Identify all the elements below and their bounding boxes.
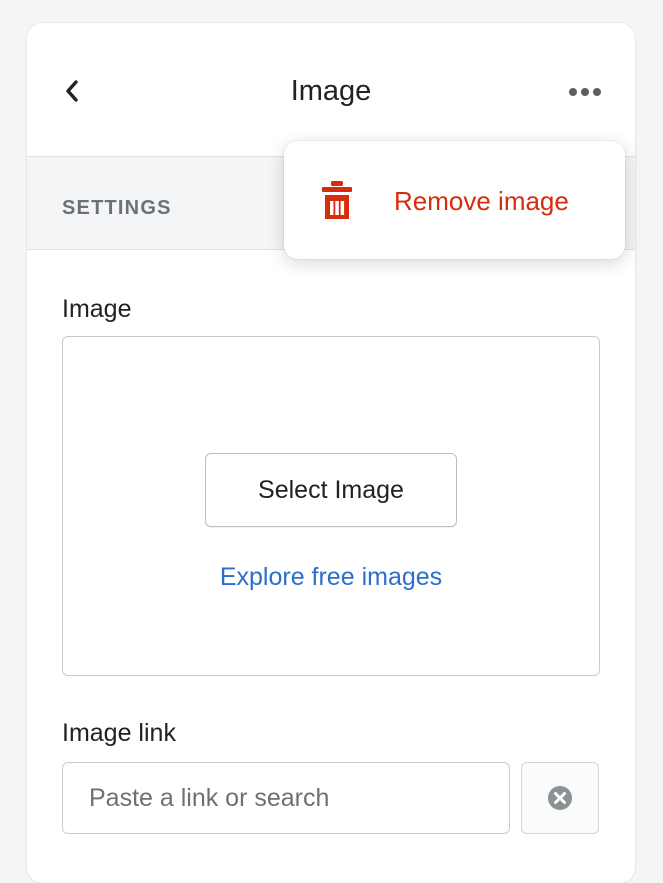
more-actions-button[interactable]	[563, 79, 611, 105]
panel-header: Image	[27, 23, 635, 157]
clear-link-button[interactable]	[521, 762, 599, 834]
page-title: Image	[290, 75, 372, 107]
remove-image-menu-item[interactable]: Remove image	[284, 141, 625, 259]
explore-free-images-link[interactable]: Explore free images	[63, 563, 599, 592]
trash-icon	[322, 181, 352, 219]
actions-popover: Remove image	[284, 141, 625, 259]
image-link-label: Image link	[62, 719, 176, 747]
select-image-button[interactable]: Select Image	[205, 453, 457, 527]
section-label: SETTINGS	[62, 197, 172, 219]
clear-circle-icon	[548, 786, 572, 810]
image-link-input[interactable]	[62, 762, 510, 834]
image-dropzone[interactable]: Select Image Explore free images	[62, 336, 600, 676]
remove-image-label: Remove image	[394, 186, 569, 216]
horizontal-dots-icon	[569, 88, 601, 96]
image-field-label: Image	[62, 295, 132, 323]
